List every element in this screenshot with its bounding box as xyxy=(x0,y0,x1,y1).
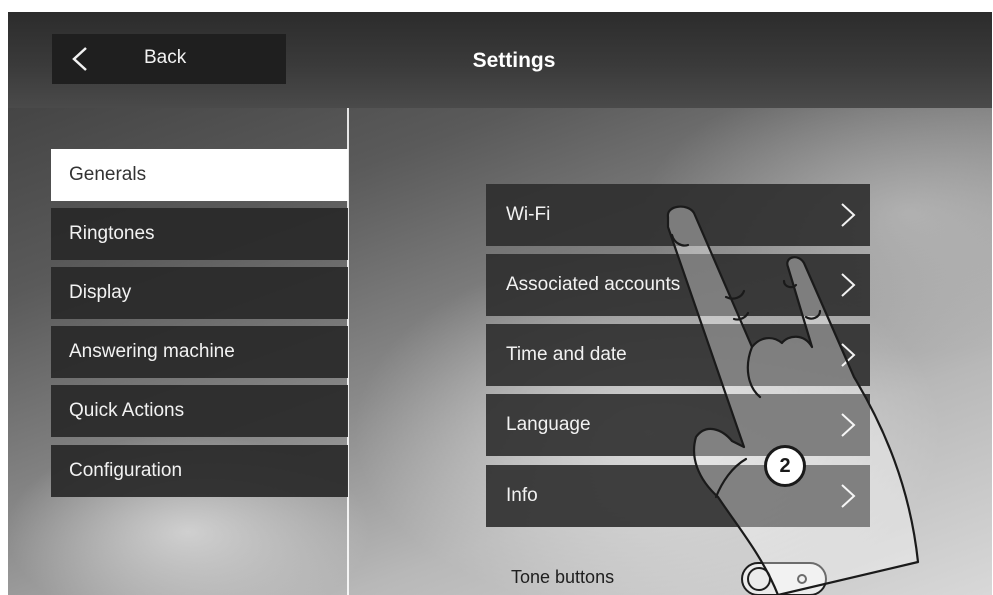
pointing-hand-icon xyxy=(666,205,920,595)
header-bar: Back Settings xyxy=(8,12,992,108)
list-item-label: Info xyxy=(506,485,538,506)
sidebar-item-display[interactable]: Display xyxy=(51,267,348,319)
sidebar-item-generals[interactable]: Generals xyxy=(51,149,348,201)
list-item-label: Language xyxy=(506,414,591,435)
sidebar-item-label: Display xyxy=(69,282,132,303)
sidebar-item-label: Ringtones xyxy=(69,223,155,244)
list-item-label: Time and date xyxy=(506,344,627,365)
page-title: Settings xyxy=(472,49,556,72)
tone-buttons-label: Tone buttons xyxy=(511,567,615,587)
sidebar-item-quick-actions[interactable]: Quick Actions xyxy=(51,385,348,437)
settings-screen: Back Settings Generals Ringtones Display… xyxy=(8,12,992,595)
step-badge: 2 xyxy=(764,445,806,487)
sidebar-item-label: Generals xyxy=(69,164,147,185)
list-item-label: Wi-Fi xyxy=(506,204,551,225)
sidebar-item-answering-machine[interactable]: Answering machine xyxy=(51,326,348,378)
sidebar-item-configuration[interactable]: Configuration xyxy=(51,445,348,497)
sidebar-item-label: Configuration xyxy=(69,460,183,481)
sidebar-item-label: Answering machine xyxy=(69,341,235,362)
sidebar-item-ringtones[interactable]: Ringtones xyxy=(51,208,348,260)
sidebar-item-label: Quick Actions xyxy=(69,400,185,421)
